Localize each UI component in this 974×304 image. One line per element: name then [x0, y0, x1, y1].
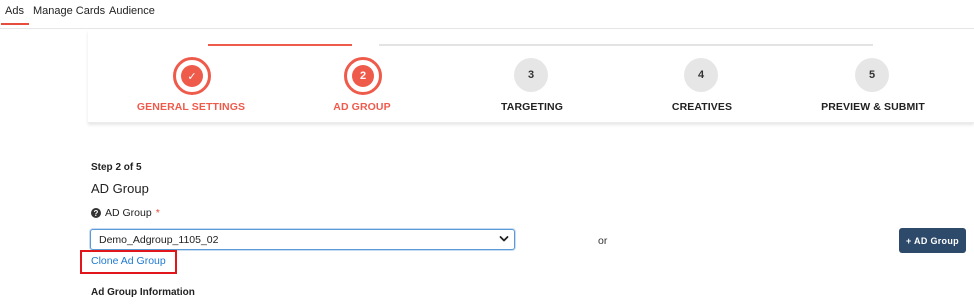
ad-group-field-label: ? AD Group *	[91, 207, 160, 219]
top-nav: Ads Manage Cards Audience	[0, 0, 974, 29]
step-4-label: CREATIVES	[671, 101, 733, 113]
stepper-connector-pending	[379, 44, 873, 46]
tab-ads[interactable]: Ads	[1, 5, 29, 25]
or-separator: or	[598, 235, 608, 247]
step-3-circle[interactable]: 3	[514, 58, 548, 92]
step-1-circle[interactable]: ✓	[173, 57, 211, 95]
question-circle-icon[interactable]: ?	[91, 208, 101, 218]
add-ad-group-button[interactable]: + AD Group	[899, 228, 966, 253]
ad-group-select[interactable]: Demo_Adgroup_1105_02	[90, 229, 515, 250]
step-2-circle[interactable]: 2	[344, 57, 382, 95]
step-2-number: 2	[352, 65, 374, 87]
step-count: Step 2 of 5	[91, 162, 142, 173]
section-title: AD Group	[91, 181, 149, 196]
step-5-circle[interactable]: 5	[855, 58, 889, 92]
field-label-text: AD Group	[105, 207, 152, 219]
ad-group-information-heading: Ad Group Information	[91, 287, 195, 298]
tab-manage-cards[interactable]: Manage Cards	[33, 5, 105, 17]
step-5-label: PREVIEW & SUBMIT	[821, 101, 925, 113]
stepper-connector-done	[208, 44, 352, 46]
step-1-label: GENERAL SETTINGS	[136, 101, 246, 113]
chevron-down-icon	[499, 233, 509, 248]
step-2-label: AD GROUP	[333, 101, 391, 113]
clone-ad-group-link[interactable]: Clone Ad Group	[91, 255, 166, 267]
check-icon: ✓	[181, 65, 203, 87]
tab-audience[interactable]: Audience	[109, 5, 155, 17]
required-mark: *	[155, 207, 160, 219]
ad-group-select-value: Demo_Adgroup_1105_02	[99, 234, 219, 246]
step-3-label: TARGETING	[501, 101, 563, 113]
step-4-circle[interactable]: 4	[684, 58, 718, 92]
